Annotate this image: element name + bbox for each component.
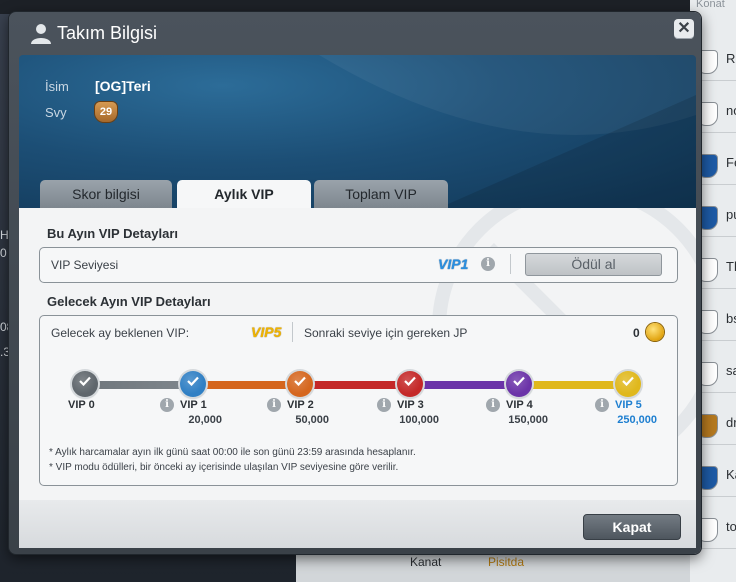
vip-step-jp: 100,000 <box>399 414 439 426</box>
bg-ranking-name: Ka <box>726 467 736 482</box>
bg-bottom-text: Pisitda <box>488 555 525 569</box>
current-month-title: Bu Ayın VIP Detayları <box>47 226 179 241</box>
close-button[interactable]: Kapat <box>583 514 681 540</box>
user-icon <box>31 24 51 44</box>
progress-segment <box>193 381 300 389</box>
bg-ranking-name: pu <box>726 207 736 222</box>
vip-step-jp: 250,000 <box>617 414 657 426</box>
next-vip-panel <box>39 315 678 486</box>
progress-segment <box>519 381 628 389</box>
bg-ranking-name: Ri <box>726 51 736 66</box>
vip-step-node <box>615 371 641 397</box>
progress-segment <box>85 381 193 389</box>
info-icon[interactable]: i <box>267 398 281 412</box>
dialog-title: Takım Bilgisi <box>57 23 158 43</box>
bg-ranking-name: bs <box>726 311 736 326</box>
vip-step-node <box>287 371 313 397</box>
info-icon[interactable]: i <box>481 257 495 271</box>
divider <box>510 254 511 274</box>
tab-monthly-vip[interactable]: Aylık VIP <box>177 180 311 210</box>
bg-left-text: 0 <box>0 246 7 260</box>
claim-reward-button[interactable]: Ödül al <box>525 253 662 276</box>
check-icon <box>513 376 525 386</box>
bg-ranking-name: dr <box>726 415 736 430</box>
divider <box>292 322 293 342</box>
vip-step-name: VIP 5 <box>615 399 642 411</box>
check-icon <box>187 376 199 386</box>
vip-step-node <box>397 371 423 397</box>
vip-step-name: VIP 0 <box>68 399 95 411</box>
info-icon[interactable]: i <box>486 398 500 412</box>
vip-step-jp: 150,000 <box>508 414 548 426</box>
vip-step-node <box>180 371 206 397</box>
check-icon <box>294 376 306 386</box>
bg-ranking-name: sa <box>726 363 736 378</box>
check-icon <box>79 376 91 386</box>
level-badge: 29 <box>95 102 117 122</box>
close-icon[interactable]: ✕ <box>674 19 694 39</box>
next-month-title: Gelecek Ayın VIP Detayları <box>47 294 211 309</box>
jp-needed-label: Sonraki seviye için gereken JP <box>304 326 468 340</box>
name-label: İsim <box>45 79 69 94</box>
vip-step-name: VIP 1 <box>180 399 207 411</box>
expected-vip-value: VIP5 <box>251 324 282 340</box>
vip-step-name: VIP 3 <box>397 399 424 411</box>
vip-step-name: VIP 2 <box>287 399 314 411</box>
expected-vip-label: Gelecek ay beklenen VIP: <box>51 326 190 340</box>
level-label: Svy <box>45 105 67 120</box>
vip-step-node <box>506 371 532 397</box>
current-vip-value: VIP1 <box>438 256 469 272</box>
vip-step-node <box>72 371 98 397</box>
progress-segment <box>300 381 410 389</box>
info-icon[interactable]: i <box>377 398 391 412</box>
vip-step-name: VIP 4 <box>506 399 533 411</box>
vip-step-jp: 20,000 <box>188 414 222 426</box>
jp-needed-value: 0 <box>633 326 640 340</box>
check-icon <box>404 376 416 386</box>
bg-ranking-name: to <box>726 519 736 534</box>
bg-ranking-name: no <box>726 103 736 118</box>
bg-top-right-text: Konat <box>696 0 725 10</box>
coin-icon <box>646 323 664 341</box>
note-line: * Aylık harcamalar ayın ilk günü saat 00… <box>49 447 416 458</box>
bg-bottom-text: Kanat <box>410 555 442 569</box>
player-name: [OG]Teri <box>95 78 151 94</box>
bg-ranking-name: Th <box>726 259 736 274</box>
check-icon <box>622 376 634 386</box>
tab-score-info[interactable]: Skor bilgisi <box>40 180 172 209</box>
note-line: * VIP modu ödülleri, bir önceki ay içeri… <box>49 462 399 473</box>
info-icon[interactable]: i <box>160 398 174 412</box>
bg-ranking-name: Fe <box>726 155 736 170</box>
vip-step-jp: 50,000 <box>295 414 329 426</box>
tab-total-vip[interactable]: Toplam VIP <box>314 180 448 209</box>
vip-level-label: VIP Seviyesi <box>51 258 119 272</box>
progress-segment <box>410 381 519 389</box>
info-icon[interactable]: i <box>595 398 609 412</box>
